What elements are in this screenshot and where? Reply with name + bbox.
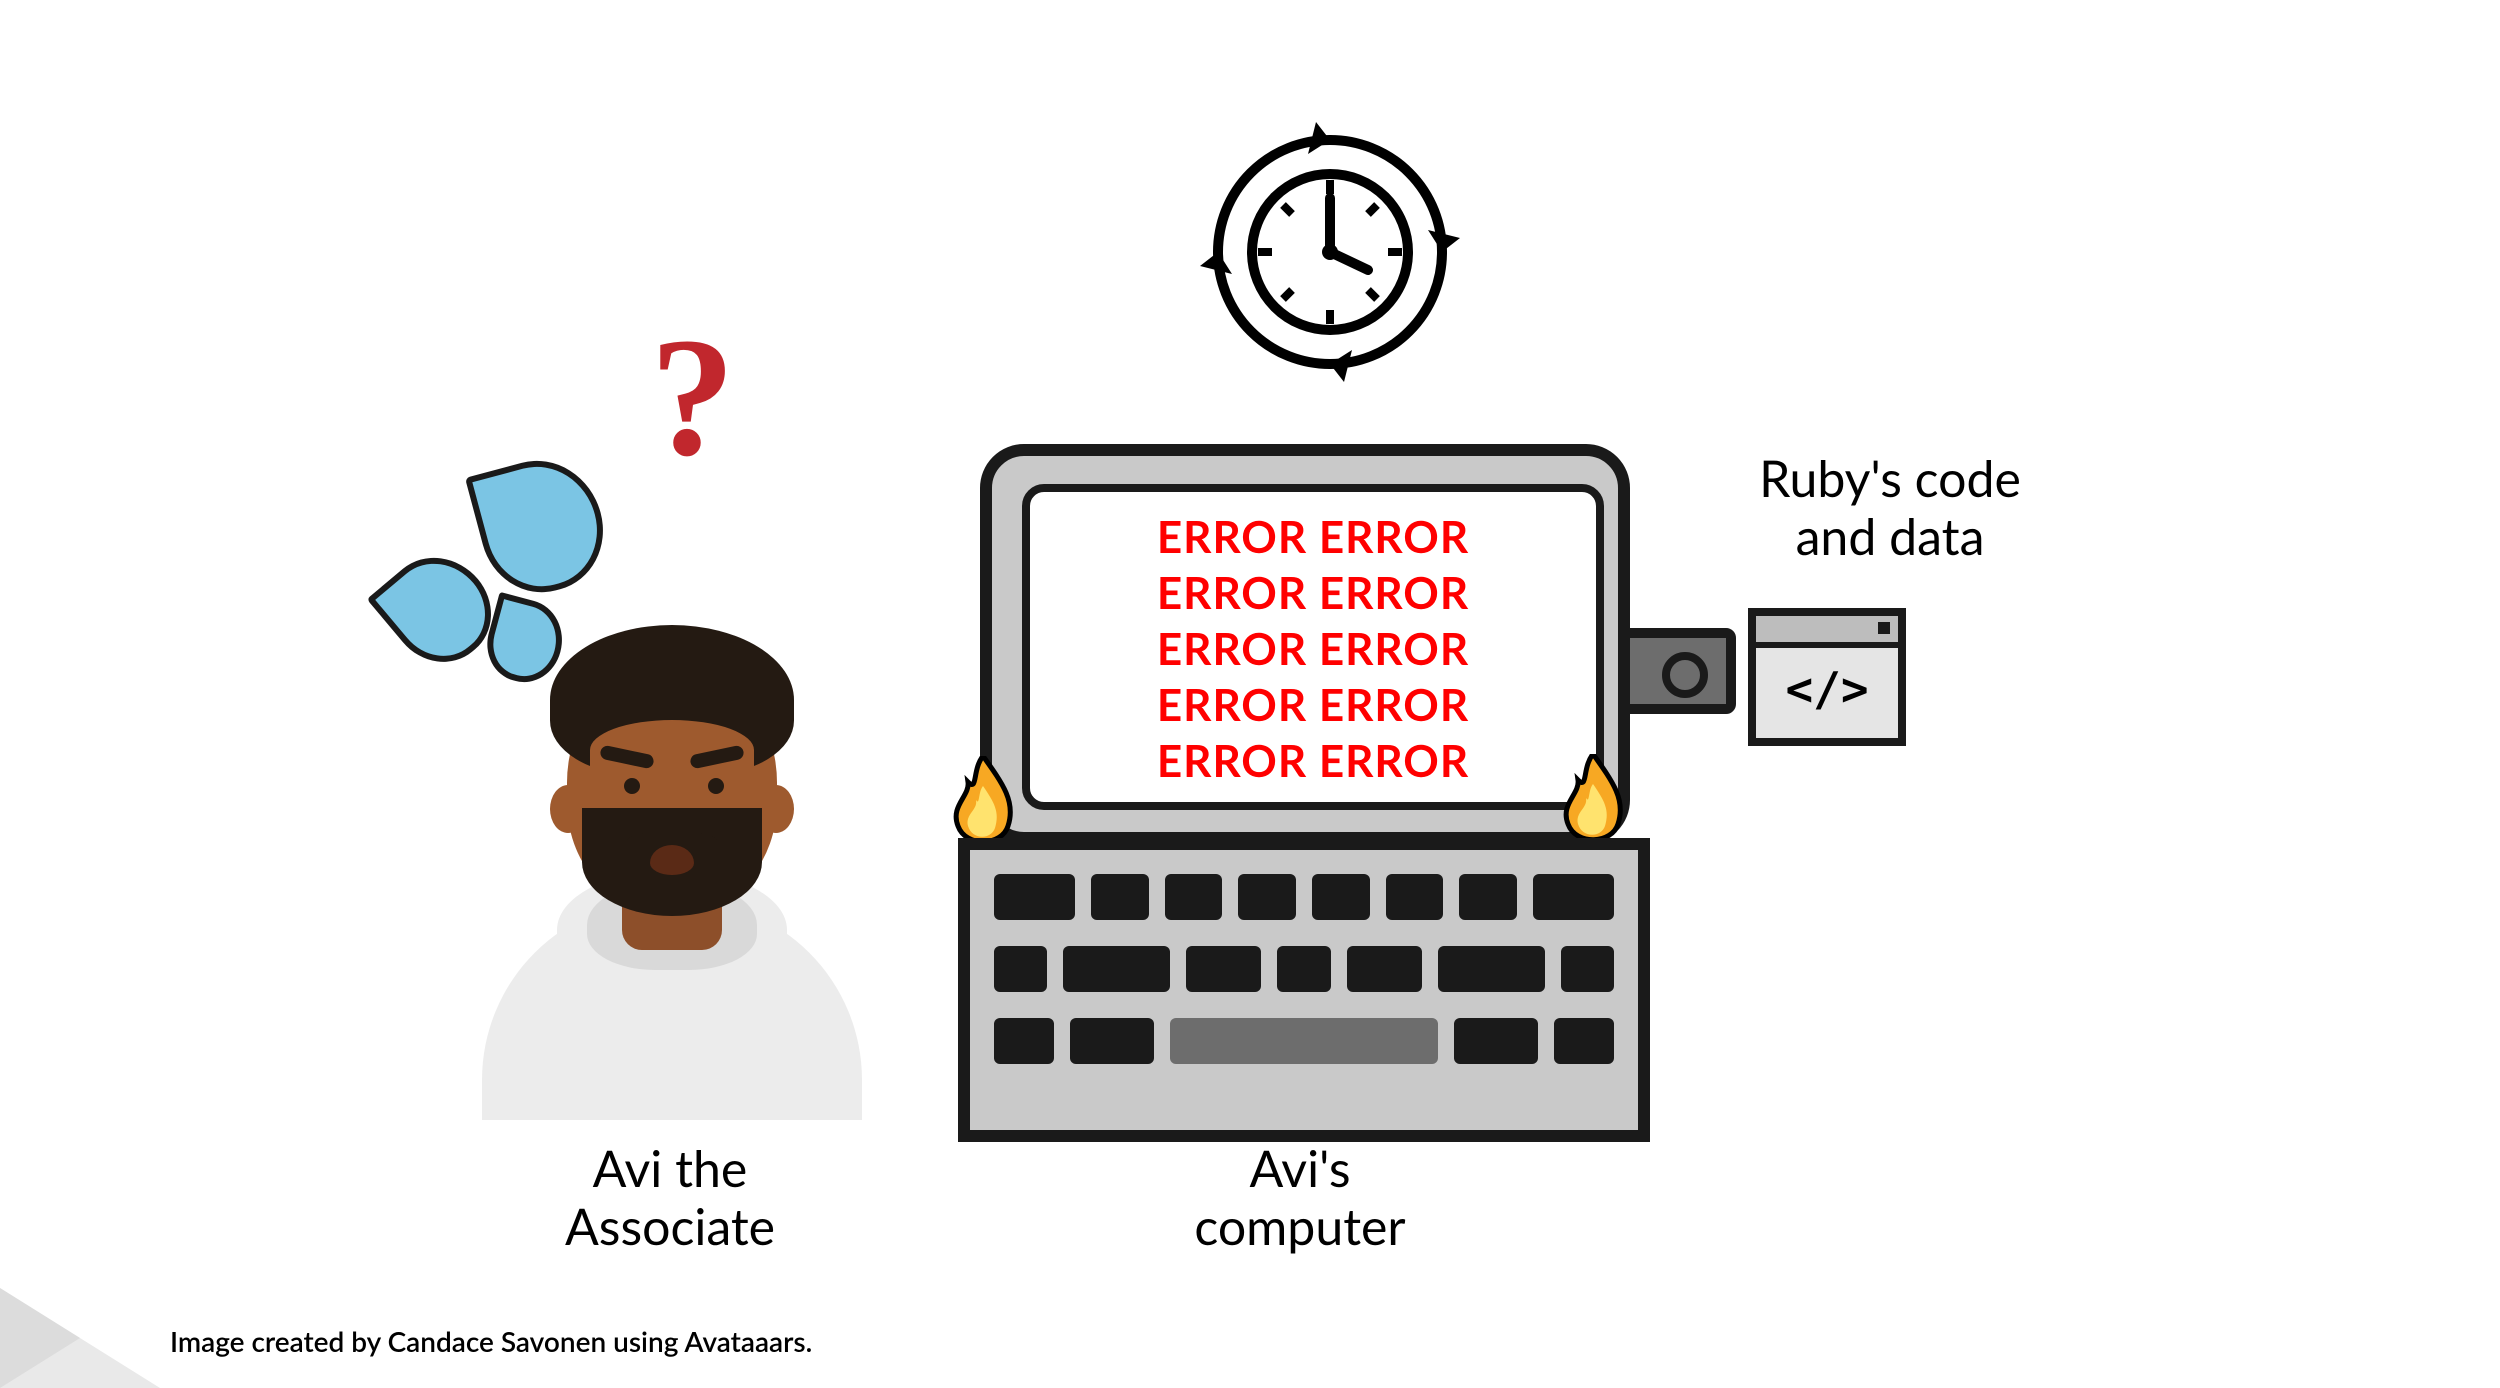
ruby-code-label: Ruby's code and data (1680, 450, 2100, 565)
code-window-icon: </> (1748, 608, 1906, 746)
keyboard (958, 838, 1650, 1142)
clock-refresh-icon (1180, 102, 1480, 402)
code-glyph: </> (1756, 648, 1898, 730)
error-line: ERROR ERROR (1030, 676, 1596, 735)
error-line: ERROR ERROR (1030, 508, 1596, 567)
image-credit: Image created by Candace Savonen using A… (170, 1324, 812, 1358)
monitor: ERROR ERROR ERROR ERROR ERROR ERROR ERRO… (980, 444, 1630, 844)
question-mark-icon: ? (650, 300, 735, 495)
error-line: ERROR ERROR (1030, 732, 1596, 791)
computer-label: Avi's computer (1100, 1140, 1500, 1255)
avi-label: Avi the Associate (490, 1140, 850, 1255)
screen: ERROR ERROR ERROR ERROR ERROR ERROR ERRO… (1022, 484, 1604, 810)
page-corner-fold-icon (0, 1228, 160, 1388)
avi-computer: ERROR ERROR ERROR ERROR ERROR ERROR ERRO… (958, 444, 1628, 1124)
avi-avatar (472, 580, 872, 1120)
error-line: ERROR ERROR (1030, 620, 1596, 679)
error-line: ERROR ERROR (1030, 564, 1596, 623)
